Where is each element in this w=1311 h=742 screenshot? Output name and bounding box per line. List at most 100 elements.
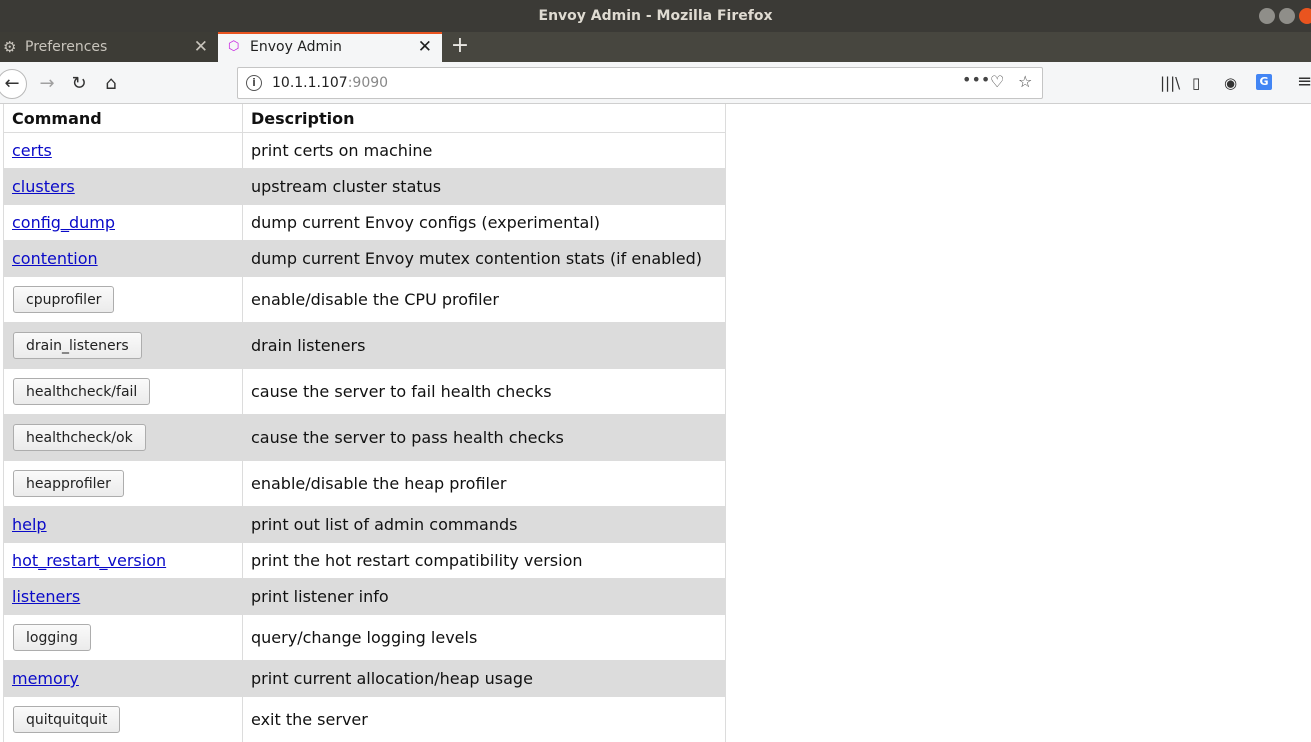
command-cell: healthcheck/ok [3,414,243,461]
pocket-icon[interactable]: ♡ [990,72,1004,91]
command-link[interactable]: hot_restart_version [12,551,166,570]
table-row: certs print certs on machine [3,132,726,169]
description-cell: cause the server to fail health checks [242,368,726,415]
table-row: quitquitquit exit the server [3,696,726,742]
command-button[interactable]: healthcheck/ok [13,424,146,451]
sidebar-icon[interactable]: ▯ [1192,74,1200,92]
new-tab-button[interactable]: + [450,32,470,62]
command-link[interactable]: config_dump [12,213,115,232]
forward-button[interactable]: → [34,71,60,97]
description-cell: enable/disable the CPU profiler [242,276,726,323]
command-cell: config_dump [3,204,243,241]
window-title: Envoy Admin - Mozilla Firefox [538,8,773,24]
command-link[interactable]: help [12,515,47,534]
header-command: Command [3,104,243,133]
close-tab-icon[interactable]: ✕ [418,34,432,60]
description-cell: dump current Envoy mutex contention stat… [242,240,726,277]
envoy-icon: ⬡ [228,39,240,54]
window-controls [1259,8,1311,24]
header-description: Description [242,104,726,133]
minimize-button[interactable] [1259,8,1275,24]
table-row: drain_listeners drain listeners [3,322,726,369]
description-cell: cause the server to pass health checks [242,414,726,461]
navigation-toolbar: ← → ↻ ⌂ i 10.1.1.107:9090 ••• ♡ ☆ |||\ ▯… [0,62,1311,104]
tab-label: Envoy Admin [250,39,342,55]
table-row: cpuprofiler enable/disable the CPU profil… [3,276,726,323]
table-row: hot_restart_version print the hot restart… [3,542,726,579]
command-button[interactable]: heapprofiler [13,470,124,497]
library-icon[interactable]: |||\ [1160,74,1180,92]
command-cell: logging [3,614,243,661]
command-cell: drain_listeners [3,322,243,369]
table-row: config_dump dump current Envoy configs (e… [3,204,726,241]
command-link[interactable]: memory [12,669,79,688]
back-button[interactable]: ← [0,69,27,99]
table-row: healthcheck/ok cause the server to pass h… [3,414,726,461]
command-cell: hot_restart_version [3,542,243,579]
window-titlebar: Envoy Admin - Mozilla Firefox [0,0,1311,32]
command-cell: quitquitquit [3,696,243,742]
command-cell: clusters [3,168,243,205]
close-tab-icon[interactable]: ✕ [194,32,208,62]
tab-envoy-admin[interactable]: ⬡ Envoy Admin ✕ [218,32,442,62]
description-cell: exit the server [242,696,726,742]
table-row: heapprofiler enable/disable the heap prof… [3,460,726,507]
description-cell: drain listeners [242,322,726,369]
home-button[interactable]: ⌂ [98,71,124,97]
command-button[interactable]: drain_listeners [13,332,142,359]
command-cell: memory [3,660,243,697]
command-link[interactable]: certs [12,141,52,160]
description-cell: print certs on machine [242,132,726,169]
account-icon[interactable]: ◉ [1224,74,1237,92]
command-cell: contention [3,240,243,277]
description-cell: print current allocation/heap usage [242,660,726,697]
command-cell: heapprofiler [3,460,243,507]
url-bar[interactable]: i 10.1.1.107:9090 ••• ♡ ☆ [237,67,1043,99]
description-cell: dump current Envoy configs (experimental… [242,204,726,241]
command-button[interactable]: logging [13,624,91,651]
tab-label: Preferences [25,39,108,55]
description-cell: query/change logging levels [242,614,726,661]
description-cell: print the hot restart compatibility vers… [242,542,726,579]
admin-commands-table: Command Description certs print certs on … [3,104,726,742]
table-row: logging query/change logging levels [3,614,726,661]
reload-button[interactable]: ↻ [66,71,92,97]
table-row: listeners print listener info [3,578,726,615]
info-icon[interactable]: i [246,75,262,91]
gear-icon: ⚙ [3,38,17,56]
table-row: contention dump current Envoy mutex conte… [3,240,726,277]
bookmark-star-icon[interactable]: ☆ [1018,72,1032,91]
command-link[interactable]: clusters [12,177,75,196]
url-host: 10.1.1.107 [272,75,348,91]
table-row: memory print current allocation/heap usag… [3,660,726,697]
command-cell: certs [3,132,243,169]
url-port: :9090 [347,75,389,91]
translate-icon[interactable]: G [1256,74,1272,90]
command-cell: healthcheck/fail [3,368,243,415]
command-link[interactable]: contention [12,249,98,268]
close-window-button[interactable] [1299,8,1311,24]
command-button[interactable]: cpuprofiler [13,286,115,313]
command-button[interactable]: quitquitquit [13,706,121,733]
url-text[interactable]: 10.1.1.107:9090 [272,75,388,91]
command-button[interactable]: healthcheck/fail [13,378,151,405]
description-cell: print listener info [242,578,726,615]
tab-preferences[interactable]: ⚙ Preferences ✕ [0,32,218,62]
command-cell: listeners [3,578,243,615]
command-cell: help [3,506,243,543]
page-actions-icon[interactable]: ••• [962,70,990,89]
table-row: healthcheck/fail cause the server to fail… [3,368,726,415]
table-body: certs print certs on machine clusters upstr… [3,132,726,742]
command-cell: cpuprofiler [3,276,243,323]
table-header-row: Command Description [3,104,726,133]
table-row: clusters upstream cluster status [3,168,726,205]
tab-strip: ⚙ Preferences ✕ ⬡ Envoy Admin ✕ + [0,32,1311,62]
description-cell: enable/disable the heap profiler [242,460,726,507]
hamburger-menu-icon[interactable]: ≡ [1297,71,1311,92]
description-cell: print out list of admin commands [242,506,726,543]
description-cell: upstream cluster status [242,168,726,205]
page-content: Command Description certs print certs on … [0,104,1311,742]
table-row: help print out list of admin commands [3,506,726,543]
command-link[interactable]: listeners [12,587,80,606]
maximize-button[interactable] [1279,8,1295,24]
